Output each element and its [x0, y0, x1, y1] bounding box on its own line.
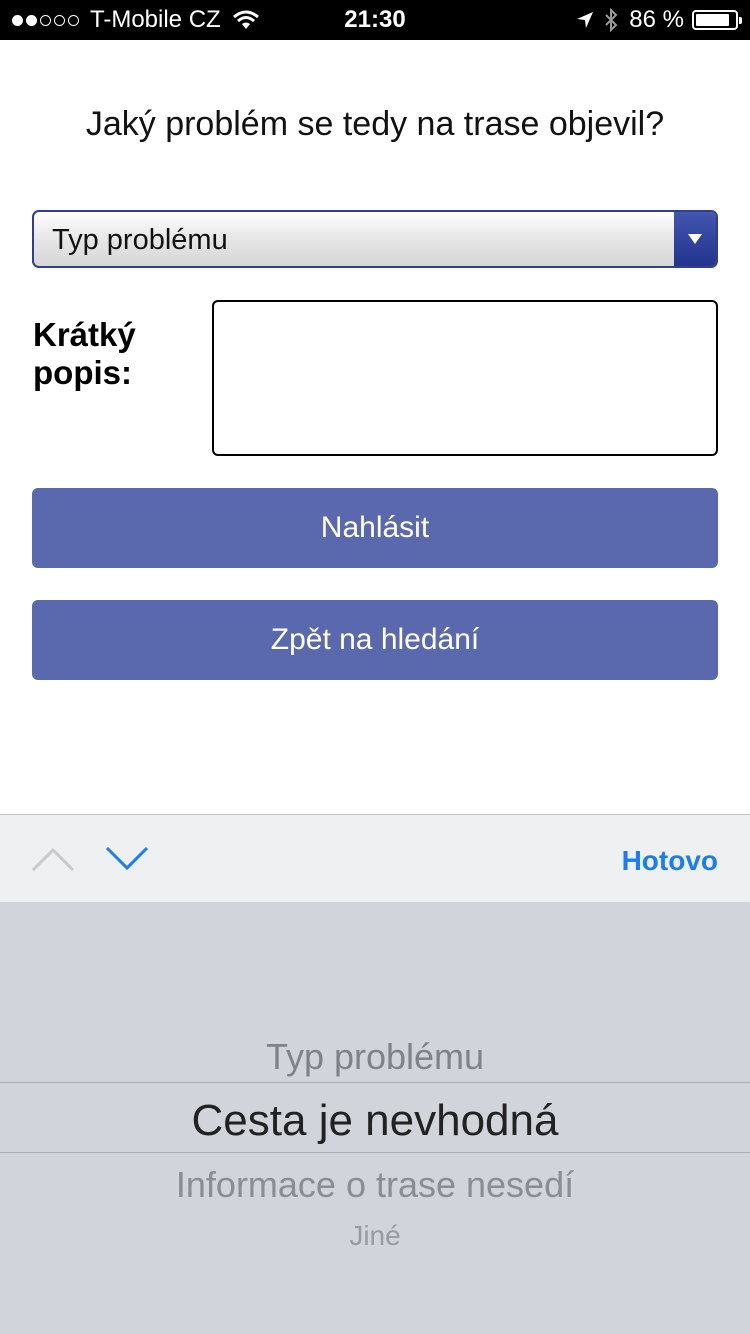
page-title: Jaký problém se tedy na trase objevil? [85, 105, 665, 143]
done-button[interactable]: Hotovo [622, 845, 718, 877]
select-value: Typ problému [52, 224, 228, 256]
battery-percentage: 86 % [629, 6, 684, 33]
picker-option-selected[interactable]: Cesta je nevhodná [0, 1096, 750, 1146]
chevron-up-icon[interactable] [30, 845, 76, 873]
picker-selection-top-line [0, 1082, 750, 1083]
location-arrow-icon [577, 12, 594, 28]
chevron-down-icon[interactable] [104, 845, 150, 873]
picker-option[interactable]: Jiné [0, 1220, 750, 1252]
picker-option[interactable]: Typ problému [0, 1036, 750, 1078]
report-button[interactable]: Nahlásit [32, 488, 718, 568]
triangle-down-icon [688, 234, 702, 244]
dropdown-arrow[interactable] [674, 212, 716, 266]
description-label-text: Krátký popis: [33, 316, 136, 391]
bluetooth-icon [605, 8, 618, 32]
description-field[interactable] [212, 300, 718, 456]
problem-type-select[interactable]: Typ problému [32, 210, 718, 268]
back-to-search-button[interactable]: Zpět na hledání [32, 600, 718, 680]
description-label: Krátký popis: [33, 316, 163, 392]
keyboard-toolbar: Hotovo [0, 814, 750, 903]
battery-icon [692, 10, 742, 30]
picker-selection-bottom-line [0, 1152, 750, 1153]
option-picker[interactable]: Typ problému Cesta je nevhodná Informace… [0, 902, 750, 1334]
picker-option[interactable]: Informace o trase nesedí [0, 1164, 750, 1206]
status-bar: T-Mobile CZ 21:30 86 % [0, 0, 750, 40]
